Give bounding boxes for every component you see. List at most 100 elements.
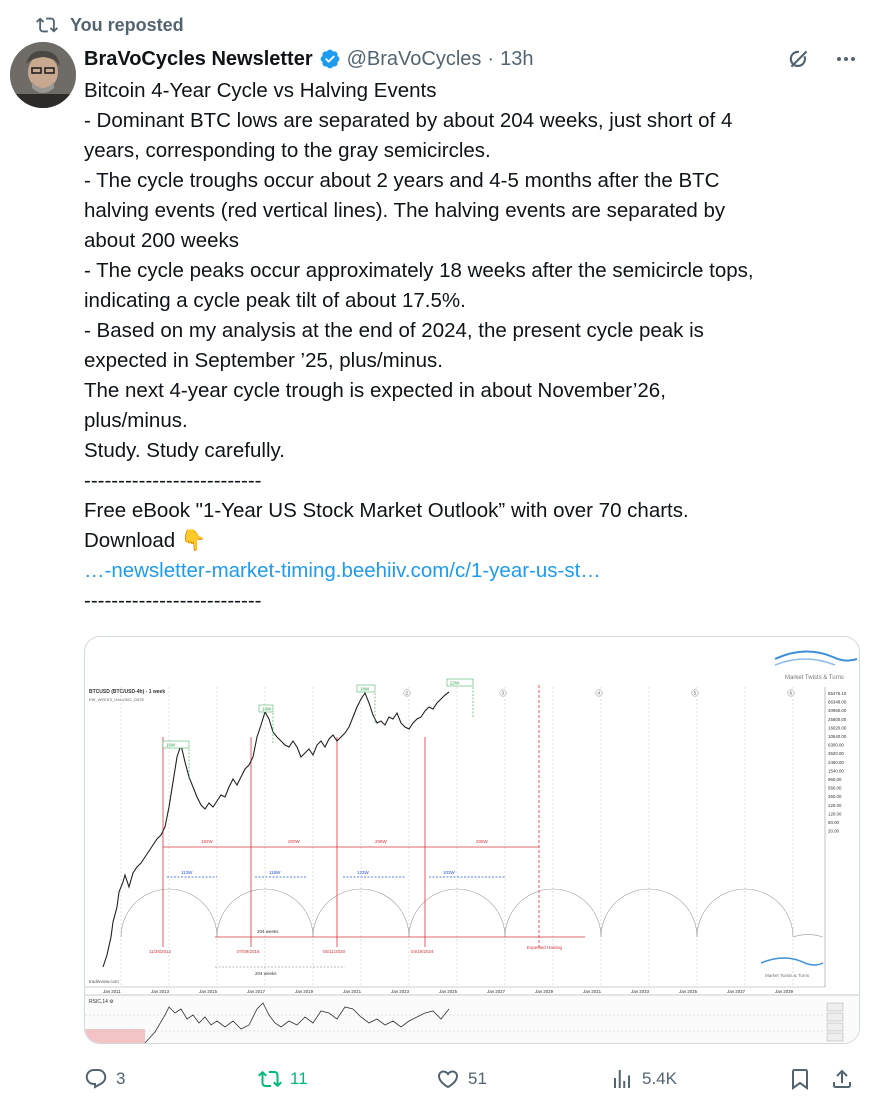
bottom-span-label: 204 weeks bbox=[255, 971, 277, 976]
chart-source: tradinview.com bbox=[89, 979, 119, 984]
tweet-line: - Based on my analysis at the end of 202… bbox=[84, 319, 704, 342]
tweet-line: years, corresponding to the gray semicir… bbox=[84, 139, 491, 162]
price-tick-label: 220.00 bbox=[828, 803, 842, 808]
tweet-header: BraVoCycles Newsletter @BraVoCycles · 13… bbox=[84, 44, 533, 74]
price-tick-label: 1540.00 bbox=[828, 768, 844, 773]
more-options-icon[interactable] bbox=[834, 47, 858, 71]
time-tick-label: Jan 2033 bbox=[631, 989, 650, 994]
rsi-panel: RSIC,14 ⚙ bbox=[85, 994, 859, 1043]
tweet-action-bar: 3 11 51 5.4K bbox=[84, 1064, 860, 1094]
price-tick-label: 10640.00 bbox=[828, 734, 847, 739]
time-tick-label: Jan 2019 bbox=[295, 989, 314, 994]
share-icon bbox=[833, 1069, 851, 1088]
retweet-icon bbox=[258, 1070, 282, 1088]
author-name[interactable]: BraVoCycles Newsletter bbox=[84, 48, 313, 71]
price-tick-label: 3620.00 bbox=[828, 751, 844, 756]
price-tick-label: 60.00 bbox=[828, 820, 840, 825]
price-tick-label: 560.00 bbox=[828, 786, 842, 791]
time-tick-label: Jan 2015 bbox=[199, 989, 218, 994]
halving-date-label: 04/19/2024 bbox=[411, 949, 434, 954]
time-axis: Jan 2011 Jan 2013 Jan 2015 Jan 2017 Jan 2019… bbox=[103, 989, 794, 994]
tweet-line: -------------------------- bbox=[84, 469, 262, 492]
tweet-line: Bitcoin 4-Year Cycle vs Halving Events bbox=[84, 79, 437, 102]
rsi-label: RSIC,14 ⚙ bbox=[89, 999, 114, 1005]
tweet-top-actions bbox=[786, 46, 858, 72]
time-tick-label: Jan 2023 bbox=[391, 989, 410, 994]
reply-button[interactable]: 3 bbox=[84, 1067, 125, 1091]
chart-subheader: EW_WEEKS_HALVING_DATE bbox=[89, 697, 145, 702]
verified-badge-icon bbox=[320, 49, 340, 69]
price-tick-label: 40960.00 bbox=[828, 708, 847, 713]
tweet-line: - The cycle peaks occur approximately 18… bbox=[84, 259, 754, 282]
time-tick-label: Jan 2017 bbox=[247, 989, 266, 994]
price-tick-label: 65476.10 bbox=[828, 691, 847, 696]
tweet-line: halving events (red vertical lines). The… bbox=[84, 199, 726, 222]
peak-span-label: 103W bbox=[443, 870, 456, 875]
tweet-timestamp[interactable]: 13h bbox=[500, 48, 533, 71]
halving-span-label: 200W bbox=[288, 839, 301, 844]
download-text: Download bbox=[84, 529, 176, 552]
newsletter-link[interactable]: …-newsletter-market-timing.beehiiv.com/c… bbox=[84, 559, 601, 582]
time-tick-label: Jan 2027 bbox=[487, 989, 506, 994]
tweet-line: The next 4-year cycle trough is expected… bbox=[84, 379, 666, 402]
time-tick-label: Jan 2025 bbox=[439, 989, 458, 994]
pointing-down-emoji: 👇 bbox=[180, 529, 207, 552]
halving-date-label: 07/09/2016 bbox=[237, 949, 260, 954]
download-line: Download 👇 bbox=[84, 526, 854, 556]
watermark-bottom-text: Market Twists & Turns bbox=[765, 973, 810, 978]
peak-span-label: 113W bbox=[181, 870, 193, 875]
author-handle[interactable]: @BraVoCycles bbox=[347, 48, 482, 71]
low-span-label: 204 weeks bbox=[257, 929, 279, 934]
price-tick-label: 2460.00 bbox=[828, 760, 844, 765]
chart-header: BTCUSD (BTC/USD-4h) - 1 week bbox=[89, 689, 165, 695]
halving-span-label: 208W bbox=[375, 839, 388, 844]
views-count: 5.4K bbox=[642, 1069, 677, 1088]
retweet-count: 11 bbox=[290, 1069, 308, 1088]
repost-indicator: You reposted bbox=[36, 12, 184, 38]
views-chart-icon bbox=[614, 1070, 630, 1088]
time-tick-label: Jan 2029 bbox=[535, 989, 554, 994]
tweet-body: Bitcoin 4-Year Cycle vs Halving Events -… bbox=[84, 76, 854, 616]
tweet-line: Free eBook "1-Year US Stock Market Outlo… bbox=[84, 499, 689, 522]
peak-lag-label: 18W bbox=[360, 687, 370, 692]
grok-icon[interactable] bbox=[786, 46, 812, 72]
repost-icon bbox=[36, 17, 58, 33]
time-tick-label: Jan 2039 bbox=[775, 989, 794, 994]
reply-icon bbox=[85, 1069, 107, 1089]
price-tick-label: 360.00 bbox=[828, 794, 842, 799]
tweet-line: plus/minus. bbox=[84, 409, 188, 432]
peak-lag-label: 18W bbox=[262, 707, 272, 712]
peak-lag-label: 16W bbox=[166, 743, 176, 748]
price-tick-label: 120.00 bbox=[828, 811, 842, 816]
like-button[interactable]: 51 bbox=[436, 1067, 487, 1091]
expected-halving-label: Expected Halving bbox=[527, 945, 563, 950]
heart-icon bbox=[437, 1070, 459, 1089]
like-count: 51 bbox=[468, 1069, 487, 1088]
price-tick-label: 20.00 bbox=[828, 829, 840, 834]
tweet-line: indicating a cycle peak tilt of about 17… bbox=[84, 289, 466, 312]
tweet-line: Study. Study carefully. bbox=[84, 439, 285, 462]
tweet-line: - Dominant BTC lows are separated by abo… bbox=[84, 109, 733, 132]
halving-span-label: 182W bbox=[201, 839, 214, 844]
time-tick-label: Jan 2021 bbox=[343, 989, 362, 994]
avatar[interactable] bbox=[10, 42, 76, 108]
price-tick-label: 66348.00 bbox=[828, 700, 847, 705]
retweet-button[interactable]: 11 bbox=[258, 1067, 308, 1091]
time-tick-label: Jan 2037 bbox=[727, 989, 746, 994]
watermark-top-text: Market Twists & Turns bbox=[785, 675, 844, 681]
tweet-line: about 200 weeks bbox=[84, 229, 240, 252]
chart-image[interactable]: Market Twists & Turns BTCUSD (BTC/USD-4h… bbox=[84, 636, 860, 1044]
peak-lag-label: 22W bbox=[450, 681, 460, 686]
time-tick-label: Jan 2031 bbox=[583, 989, 602, 994]
repost-label: You reposted bbox=[70, 14, 184, 35]
price-tick-label: 25600.00 bbox=[828, 717, 847, 722]
price-tick-label: 960.00 bbox=[828, 777, 842, 782]
reply-count: 3 bbox=[116, 1069, 126, 1088]
halving-date-label: 11/28/2012 bbox=[149, 949, 172, 954]
separator-dot: · bbox=[487, 47, 495, 70]
price-tick-label: 16020.00 bbox=[828, 725, 847, 730]
share-button[interactable] bbox=[830, 1067, 854, 1091]
time-tick-label: Jan 2011 bbox=[103, 989, 121, 994]
bookmark-button[interactable] bbox=[788, 1067, 812, 1091]
views-button[interactable]: 5.4K bbox=[610, 1067, 677, 1091]
